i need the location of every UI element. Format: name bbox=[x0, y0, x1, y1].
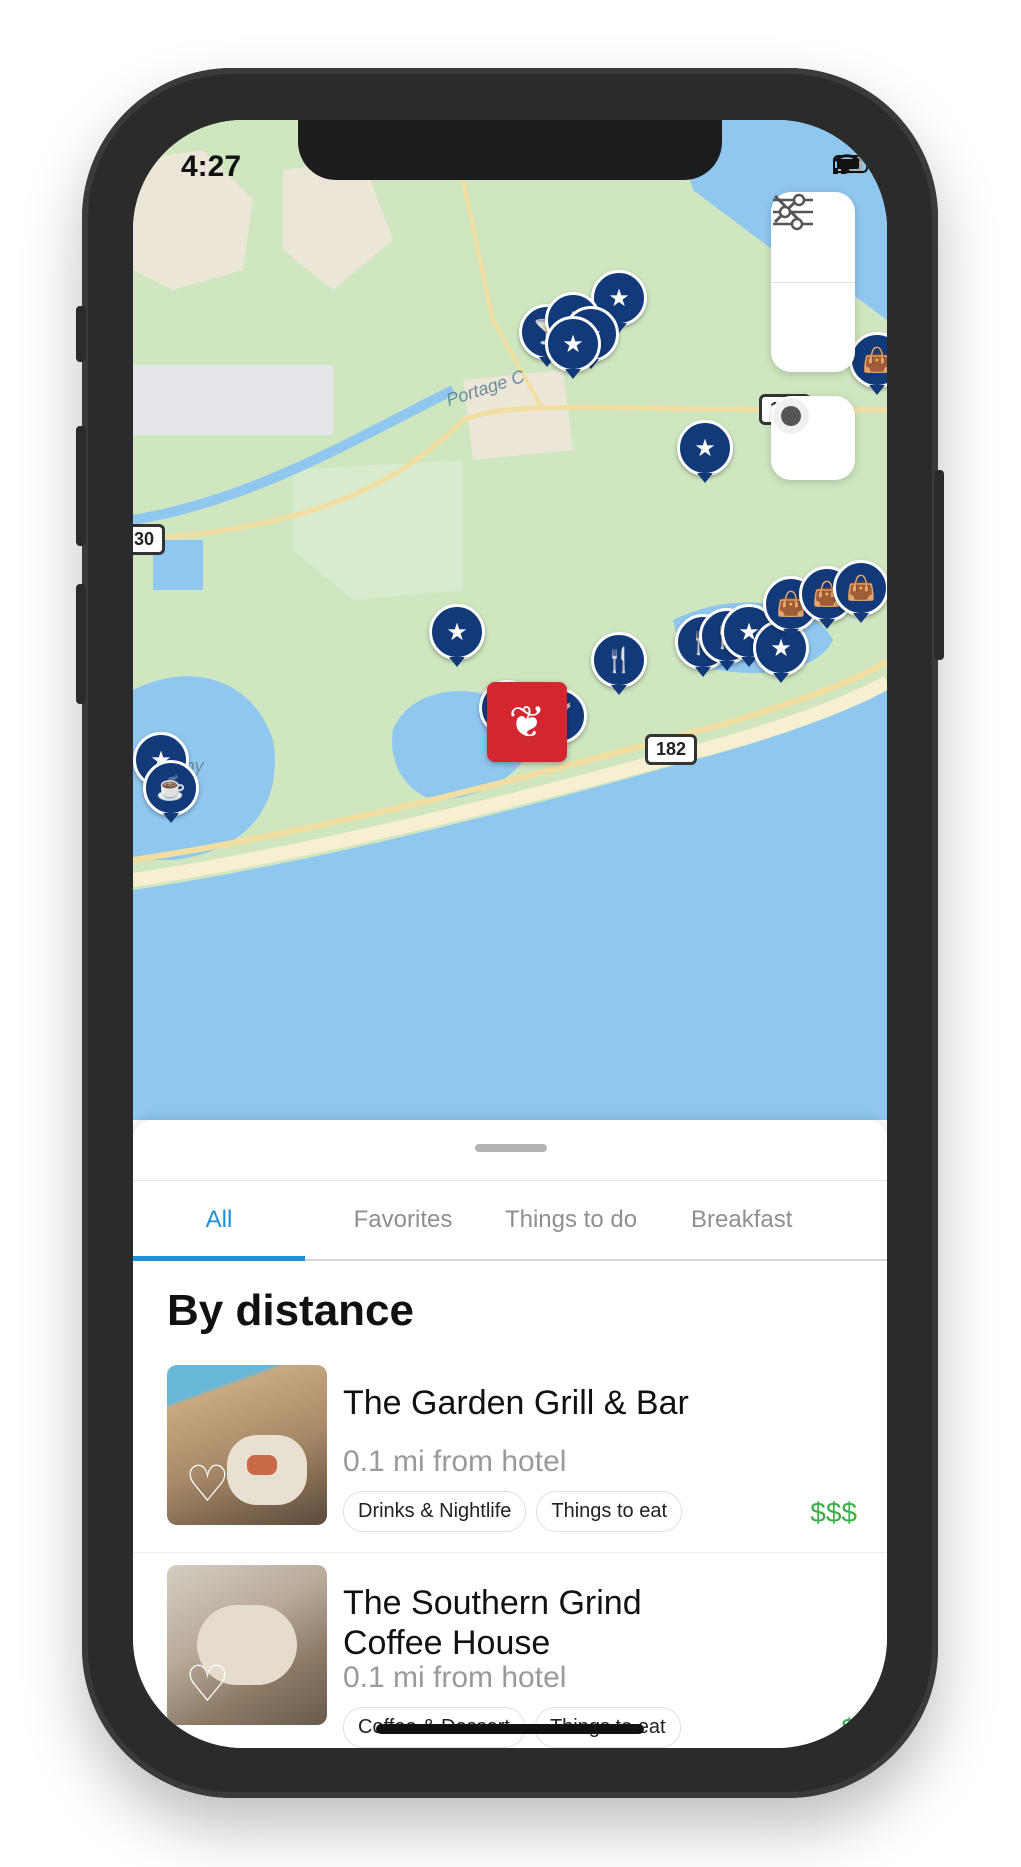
category-tabs: All Favorites Things to do Breakfast bbox=[133, 1180, 887, 1261]
restaurant-pin[interactable]: 🍴 bbox=[591, 632, 647, 695]
tab-favorites[interactable]: Favorites bbox=[305, 1181, 501, 1259]
price-level: $$$ bbox=[810, 1497, 857, 1528]
mute-switch bbox=[76, 306, 86, 362]
status-time: 4:27 bbox=[181, 150, 242, 183]
place-photo: ♡ bbox=[167, 1365, 327, 1525]
place-name: The Southern Grind Coffee House bbox=[343, 1584, 642, 1662]
attraction-pin[interactable]: ★ bbox=[429, 604, 485, 667]
attraction-pin[interactable]: ★ bbox=[677, 420, 733, 483]
volume-up-button bbox=[76, 426, 86, 546]
place-photo: ♡ bbox=[167, 1565, 327, 1725]
screen: 4:27 182 30 Portage C ★ ★ ★ 👜 ★ 🍴 ★ ★ 👜 … bbox=[133, 120, 887, 1748]
list-item[interactable]: ♡ The Southern Grind Coffee House 0.1 mi… bbox=[133, 1565, 887, 1748]
attraction-pin[interactable]: ★ bbox=[545, 316, 601, 379]
road-shield: 30 bbox=[133, 524, 166, 555]
tab-things-to-do[interactable]: Things to do bbox=[501, 1181, 641, 1259]
coffee-pin[interactable]: ☕ bbox=[143, 760, 199, 823]
section-title: By distance bbox=[167, 1286, 414, 1335]
volume-down-button bbox=[76, 584, 86, 704]
place-distance: 0.1 mi from hotel bbox=[343, 1661, 567, 1694]
map-view[interactable]: 4:27 182 30 Portage C ★ ★ ★ 👜 ★ 🍴 ★ ★ 👜 … bbox=[133, 120, 887, 1120]
shopping-pin[interactable]: 👜 bbox=[833, 560, 887, 623]
map-controls bbox=[771, 192, 855, 372]
power-button bbox=[934, 470, 944, 660]
hotel-pin[interactable]: ❦ bbox=[487, 682, 567, 762]
tab-breakfast[interactable]: Breakfast bbox=[641, 1181, 887, 1259]
tab-all[interactable]: All bbox=[133, 1181, 305, 1261]
tag-chip: Things to eat bbox=[536, 1491, 683, 1532]
my-location-button[interactable] bbox=[771, 396, 855, 480]
leaf-icon: ❦ bbox=[508, 697, 546, 747]
place-distance: 0.1 mi from hotel bbox=[343, 1445, 567, 1478]
list-item[interactable]: ♡ The Garden Grill & Bar 0.1 mi from hot… bbox=[133, 1365, 887, 1565]
divider bbox=[133, 1552, 887, 1553]
price-level: $ bbox=[841, 1713, 857, 1744]
road-shield: 182 bbox=[645, 734, 698, 765]
filter-button[interactable] bbox=[771, 193, 855, 373]
place-tags: Drinks & Nightlife Things to eat bbox=[343, 1491, 683, 1532]
notch bbox=[298, 120, 722, 180]
place-name: The Garden Grill & Bar bbox=[343, 1384, 689, 1422]
heart-icon[interactable]: ♡ bbox=[185, 1459, 230, 1509]
tag-chip: Drinks & Nightlife bbox=[343, 1491, 527, 1532]
home-indicator[interactable] bbox=[376, 1724, 644, 1734]
heart-icon[interactable]: ♡ bbox=[185, 1659, 230, 1709]
bottom-sheet: All Favorites Things to do Breakfast By … bbox=[133, 1120, 887, 1748]
sheet-grabber[interactable] bbox=[475, 1144, 547, 1152]
